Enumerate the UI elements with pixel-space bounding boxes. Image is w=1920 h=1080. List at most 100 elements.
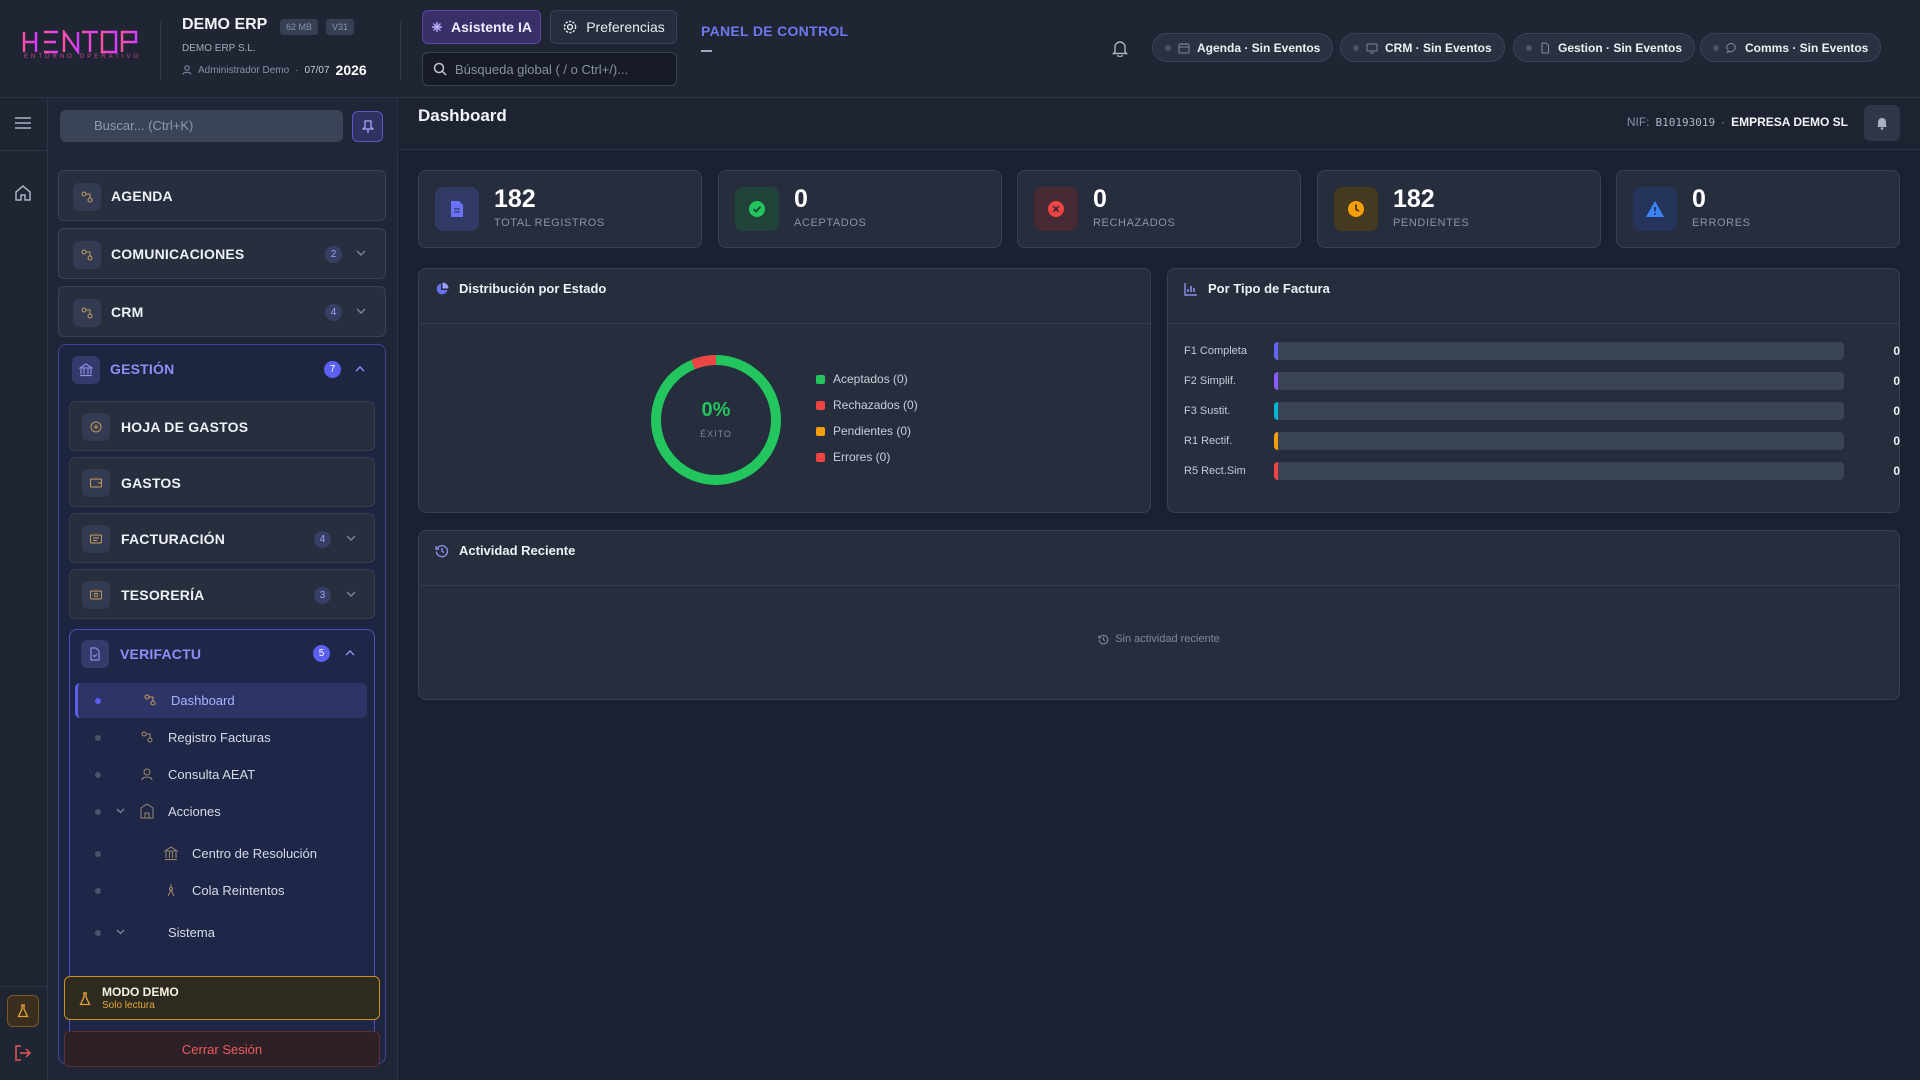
notifications-bell-icon[interactable] [1112,39,1128,57]
clock-icon [1334,187,1378,231]
event-pill-agenda[interactable]: Agenda · Sin Eventos [1152,33,1334,62]
sidebar-item-agenda[interactable]: AGENDA [58,170,386,221]
legend-item: Errores (0) [816,450,890,464]
document-icon [1541,42,1549,53]
nav-item-sistema[interactable]: Sistema [75,915,367,950]
nav-item-cola-reintentos[interactable]: Cola Reintentos [75,873,367,908]
invoice-icon [82,525,110,553]
nav-item-dashboard[interactable]: Dashboard [75,683,367,718]
chevron-up-icon[interactable] [345,649,355,656]
calendar-icon [1178,42,1190,53]
alerts-button[interactable] [1864,105,1900,141]
empty-state: Sin actividad reciente [419,633,1899,645]
ai-assistant-label: Asistente IA [451,19,532,35]
module-icon [73,299,101,327]
bank-icon [72,356,100,384]
panel-title[interactable]: PANEL DE CONTROL [701,23,848,39]
separator: · [1721,115,1726,129]
menu-icon[interactable] [14,116,32,130]
chevron-down-icon[interactable] [346,591,356,598]
event-pill-comms[interactable]: Comms · Sin Eventos [1700,33,1882,62]
demo-mode-icon[interactable] [7,995,39,1027]
stat-card-total: 182 TOTAL REGISTROS [418,170,702,248]
sidebar-item-hoja-de-gastos[interactable]: HOJA DE GASTOS [69,401,375,451]
chevron-down-icon[interactable] [116,929,125,935]
sidebar-item-gestion[interactable]: GESTIÓN 7 [59,345,385,395]
nav-item-label: Centro de Resolución [192,846,318,861]
user-name: Administrador Demo [198,64,290,76]
header-divider [160,22,161,80]
chevron-down-icon[interactable] [116,808,125,814]
nav-dot [95,809,101,815]
nav-item-registro-facturas[interactable]: Registro Facturas [75,720,367,755]
bar-label: R5 Rect.Sim [1184,465,1246,477]
chevron-down-icon[interactable] [356,308,366,315]
nav-item-consulta-aeat[interactable]: Consulta AEAT [75,757,367,792]
logout-button[interactable]: Cerrar Sesión [64,1031,380,1067]
bar-fill [1274,432,1278,450]
version-badge: V31 [326,19,355,35]
nav-item-label: Acciones [168,804,221,819]
donut-error-arc [691,355,717,370]
top-header: ENTORNO OPERATIVO DEMO ERP 62 MB V31 DEM… [0,0,1920,98]
legend-swatch [816,400,825,410]
sidebar-item-comunicaciones[interactable]: COMUNICACIONES 2 [58,228,386,279]
sidebar-item-label: TESORERÍA [121,587,205,603]
chevron-down-icon[interactable] [356,250,366,257]
event-pill-crm[interactable]: CRM · Sin Eventos [1340,33,1505,62]
brand-logo[interactable] [22,30,142,54]
sidebar-item-label: GESTIÓN [110,361,175,377]
global-search-input[interactable]: Búsqueda global ( / o Ctrl+/)... [422,52,677,86]
sidebar-item-tesoreria[interactable]: TESORERÍA 3 [69,569,375,619]
cash-icon [82,581,110,609]
count-badge: 4 [314,531,331,548]
logout-icon[interactable] [14,1044,32,1062]
invoice-type-row: F1 Completa 0 [1184,341,1900,361]
bar-chart-icon [1184,283,1197,296]
nav-item-centro-de-resolucion[interactable]: Centro de Resolución [75,836,367,871]
sidebar-item-facturacion[interactable]: FACTURACIÓN 4 [69,513,375,563]
sidebar-item-gastos[interactable]: GASTOS [69,457,375,507]
bar-value: 0 [1893,464,1900,478]
event-pill-label: Gestion · Sin Eventos [1558,40,1683,55]
bar-value: 0 [1893,404,1900,418]
nav-dot [95,772,101,778]
card-title: Actividad Reciente [459,543,576,558]
chevron-down-icon[interactable] [346,535,356,542]
nav-item-acciones[interactable]: Acciones [75,794,367,829]
sidebar-item-verifactu[interactable]: VERIFACTU 5 [70,630,374,678]
sidebar-item-label: GASTOS [121,475,182,491]
preferences-button[interactable]: Preferencias [550,10,677,44]
chevron-up-icon[interactable] [355,365,365,372]
bar-value: 0 [1893,434,1900,448]
bell-icon [1877,118,1887,130]
demo-mode-banner[interactable]: MODO DEMO Solo lectura [64,976,380,1020]
rail-divider [0,986,48,987]
ai-assistant-button[interactable]: Asistente IA [422,10,541,44]
history-icon [1098,634,1109,644]
stat-value: 182 [1393,185,1435,213]
event-pill-gestion[interactable]: Gestion · Sin Eventos [1513,33,1696,62]
stat-value: 182 [494,185,536,213]
check-circle-icon [735,187,779,231]
stat-card-pendientes: 182 PENDIENTES [1317,170,1601,248]
sidebar-search-placeholder: Buscar... (Ctrl+K) [94,118,194,133]
bar-track [1274,402,1844,420]
nav-item-label: Registro Facturas [168,730,271,745]
sidebar-search-input[interactable]: Buscar... (Ctrl+K) [60,110,343,142]
distribution-card: Distribución por Estado 0% ÉXITO Aceptad… [418,268,1151,513]
company-info: NIF: B10193019 · EMPRESA DEMO SL [1627,115,1848,129]
sidebar-group-gestion: GESTIÓN 7 HOJA DE GASTOS GASTOS FACTURAC… [58,344,386,1064]
user-line: Administrador Demo · 07/07 2026 [182,62,367,78]
home-icon[interactable] [14,184,32,202]
sidebar-pin-button[interactable] [352,111,383,142]
legend-item: Rechazados (0) [816,398,918,412]
stat-value: 0 [1093,185,1107,213]
bar-track [1274,372,1844,390]
query-icon [141,768,153,781]
bank-icon [163,846,179,860]
sidebar-item-crm[interactable]: CRM 4 [58,286,386,337]
bar-fill [1274,402,1278,420]
nav-item-label: Sistema [168,925,215,940]
card-header: Distribución por Estado [419,269,1150,324]
